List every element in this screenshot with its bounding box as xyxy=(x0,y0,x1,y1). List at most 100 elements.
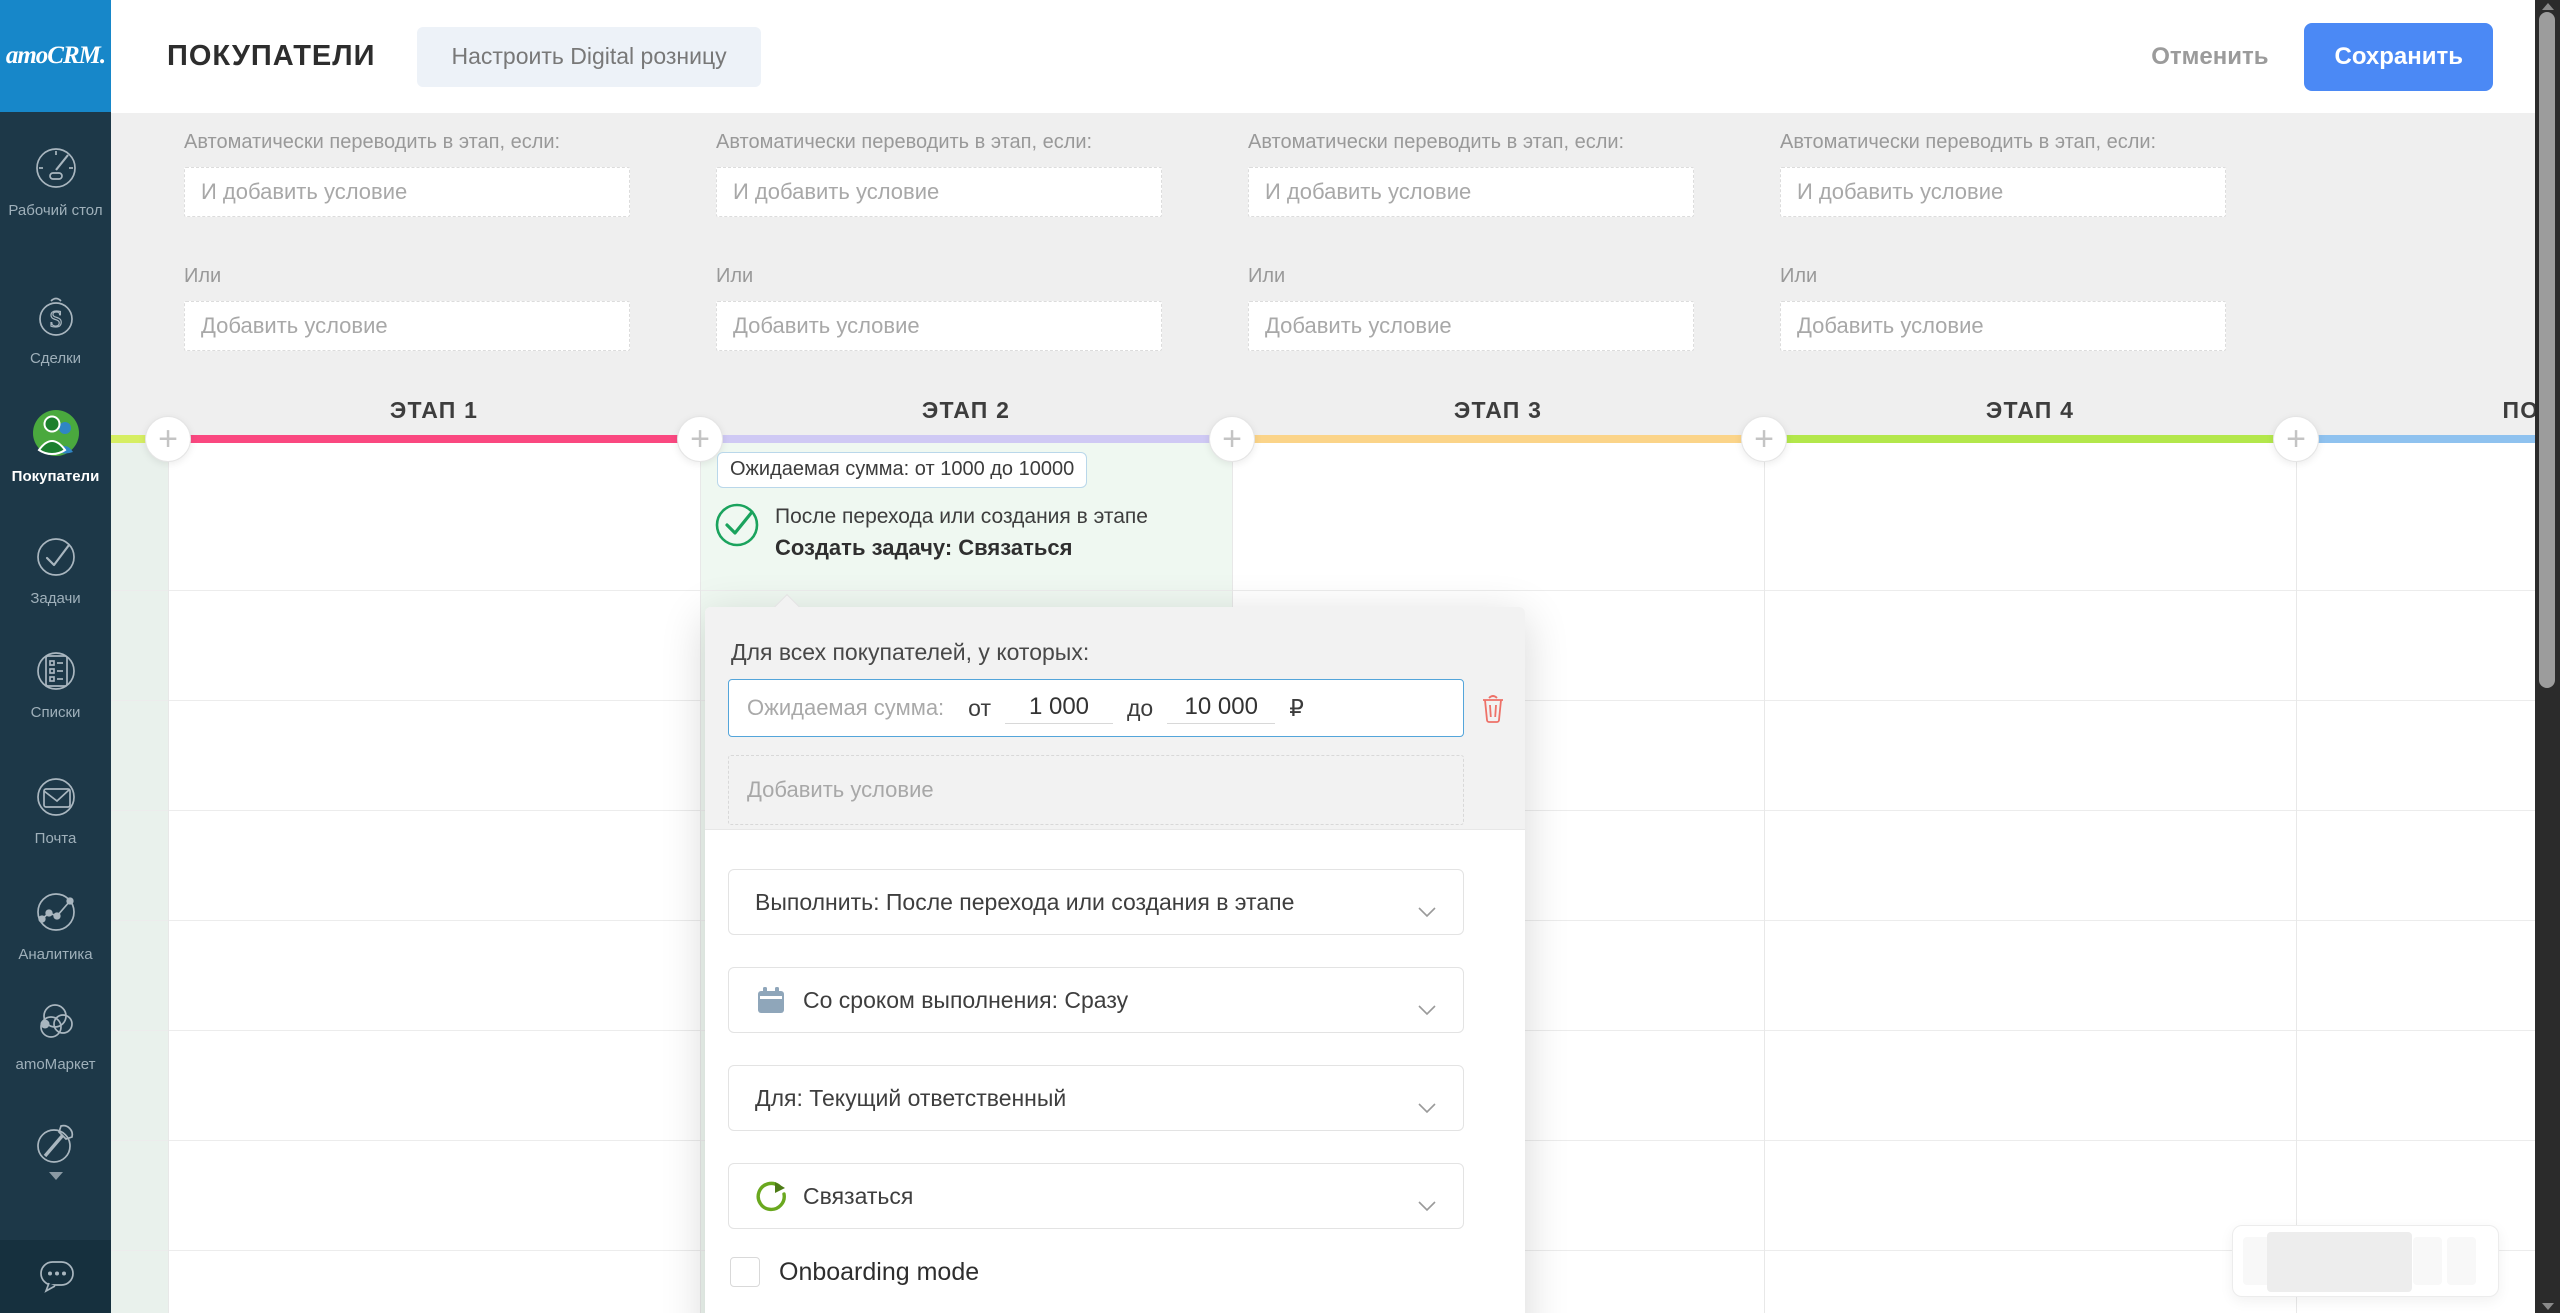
stage2-automation-card[interactable]: Ожидаемая сумма: от 1000 до 10000 После … xyxy=(714,452,1148,564)
sidebar: amoCRM. Рабочий стол S Сде xyxy=(0,0,111,1313)
analytics-chart-icon xyxy=(0,888,111,936)
follow-up-icon xyxy=(755,1180,787,1212)
expected-sum-condition-row[interactable]: Ожидаемая сумма: от 1 000 до 10 000 ₽ xyxy=(728,679,1464,737)
amocrm-logo-text: amoCRM. xyxy=(6,42,105,70)
chevron-down-icon xyxy=(1417,897,1437,924)
sidebar-item-label: Покупатели xyxy=(0,466,111,487)
add-stage-button[interactable]: + xyxy=(1741,416,1787,462)
sidebar-item-label: Списки xyxy=(0,702,111,723)
sidebar-item-customers[interactable]: Покупатели xyxy=(0,408,111,487)
or-label: Или xyxy=(184,265,630,288)
minimap-viewport-handle[interactable] xyxy=(2267,1232,2412,1292)
transition-rules-stage1: Автоматически переводить в этап, если: И… xyxy=(184,131,630,351)
add-condition-input[interactable]: Добавить условие xyxy=(728,755,1464,825)
sidebar-item-label: Почта xyxy=(0,828,111,849)
sidebar-item-tasks[interactable]: Задачи xyxy=(0,532,111,609)
amocrm-digital-pipeline-page: Автоматически переводить в этап, если: И… xyxy=(0,0,2560,1313)
lists-icon xyxy=(0,646,111,694)
stage-name-5[interactable]: ПОКУПКА xyxy=(2296,397,2560,424)
sidebar-item-mail[interactable]: Почта xyxy=(0,772,111,849)
stage-line-2 xyxy=(700,435,1232,443)
deals-icon: S xyxy=(0,292,111,340)
deadline-select[interactable]: Со сроком выполнения: Сразу xyxy=(728,967,1464,1033)
chevron-down-icon xyxy=(1417,1191,1437,1218)
transition-rules-stage3: Автоматически переводить в этап, если: И… xyxy=(1248,131,1694,351)
task-type-select-value: Связаться xyxy=(803,1183,913,1210)
add-stage-button[interactable]: + xyxy=(145,416,191,462)
card-action-text: Создать задачу: Связаться xyxy=(775,532,1148,564)
execute-select-value: Выполнить: После перехода или создания в… xyxy=(755,889,1294,916)
onboarding-mode-row: Onboarding mode xyxy=(730,1257,979,1287)
stage-name-1[interactable]: ЭТАП 1 xyxy=(168,397,700,424)
sum-to-input[interactable]: 10 000 xyxy=(1167,693,1275,724)
sidebar-item-amomarket[interactable]: amoМаркет xyxy=(0,998,111,1075)
setup-digital-button[interactable]: Настроить Digital розницу xyxy=(417,27,760,87)
sidebar-item-deals[interactable]: S Сделки xyxy=(0,292,111,369)
from-label: от xyxy=(968,695,991,722)
sidebar-item-label: Рабочий стол xyxy=(0,200,111,221)
sidebar-item-label: Сделки xyxy=(0,348,111,369)
onboarding-mode-checkbox[interactable] xyxy=(730,1257,760,1287)
deadline-select-value: Со сроком выполнения: Сразу xyxy=(803,987,1128,1014)
sidebar-item-analytics[interactable]: Аналитика xyxy=(0,888,111,965)
grid-row-line xyxy=(111,590,2535,591)
or-condition-input[interactable]: Добавить условие xyxy=(716,301,1162,351)
sidebar-item-settings[interactable] xyxy=(0,1118,111,1180)
to-label: до xyxy=(1127,695,1153,722)
stage-line-3 xyxy=(1232,435,1764,443)
task-settings-modal: Для всех покупателей, у которых: Ожидаем… xyxy=(705,607,1525,1313)
card-trigger-text: После перехода или создания в этапе xyxy=(775,502,1148,532)
topbar: ПОКУПАТЕЛИ Настроить Digital розницу Отм… xyxy=(111,0,2560,113)
and-condition-input[interactable]: И добавить условие xyxy=(1780,167,2226,217)
or-condition-input[interactable]: Добавить условие xyxy=(1780,301,2226,351)
cancel-button[interactable]: Отменить xyxy=(2151,43,2268,71)
tasks-check-icon xyxy=(0,532,111,580)
execute-trigger-select[interactable]: Выполнить: После перехода или создания в… xyxy=(728,869,1464,935)
prev-stage-column-bg xyxy=(111,443,168,1313)
or-condition-input[interactable]: Добавить условие xyxy=(184,301,630,351)
and-condition-input[interactable]: И добавить условие xyxy=(1248,167,1694,217)
page-title: ПОКУПАТЕЛИ xyxy=(167,40,375,73)
and-condition-input[interactable]: И добавить условие xyxy=(184,167,630,217)
save-button[interactable]: Сохранить xyxy=(2304,23,2493,91)
stage-line-4 xyxy=(1764,435,2296,443)
currency-label: ₽ xyxy=(1289,695,1304,722)
onboarding-mode-label: Onboarding mode xyxy=(779,1258,979,1287)
assignee-select-value: Для: Текущий ответственный xyxy=(755,1085,1066,1112)
or-label: Или xyxy=(1248,265,1694,288)
mail-envelope-icon xyxy=(0,772,111,820)
sum-from-input[interactable]: 1 000 xyxy=(1005,693,1113,724)
add-stage-button[interactable]: + xyxy=(1209,416,1255,462)
stage-name-4[interactable]: ЭТАП 4 xyxy=(1764,397,2296,424)
sidebar-item-label: amoМаркет xyxy=(0,1054,111,1075)
transition-rule-title: Автоматически переводить в этап, если: xyxy=(184,131,630,154)
minimap-stage-bar xyxy=(2447,1237,2476,1285)
pipeline-minimap[interactable] xyxy=(2232,1225,2499,1297)
chevron-down-icon xyxy=(1417,1093,1437,1120)
vertical-scrollbar[interactable] xyxy=(2535,0,2560,1313)
sidebar-chat-button[interactable] xyxy=(0,1240,111,1313)
add-stage-button[interactable]: + xyxy=(2273,416,2319,462)
sidebar-item-lists[interactable]: Списки xyxy=(0,646,111,723)
assignee-select[interactable]: Для: Текущий ответственный xyxy=(728,1065,1464,1131)
transition-rules-stage2: Автоматически переводить в этап, если: И… xyxy=(716,131,1162,351)
scroll-up-arrow[interactable] xyxy=(2542,3,2554,10)
and-condition-input[interactable]: И добавить условие xyxy=(716,167,1162,217)
condition-badge[interactable]: Ожидаемая сумма: от 1000 до 10000 xyxy=(717,452,1087,488)
sidebar-item-dashboard[interactable]: Рабочий стол xyxy=(0,144,111,221)
or-condition-input[interactable]: Добавить условие xyxy=(1248,301,1694,351)
task-type-select[interactable]: Связаться xyxy=(728,1163,1464,1229)
transition-rule-title: Автоматически переводить в этап, если: xyxy=(1780,131,2226,154)
task-check-icon xyxy=(714,502,760,553)
modal-title: Для всех покупателей, у которых: xyxy=(731,639,1089,666)
or-label: Или xyxy=(716,265,1162,288)
svg-text:S: S xyxy=(49,307,62,333)
amocrm-logo[interactable]: amoCRM. xyxy=(0,0,111,112)
stage-name-2[interactable]: ЭТАП 2 xyxy=(700,397,1232,424)
dashboard-icon xyxy=(0,144,111,192)
delete-condition-button[interactable] xyxy=(1480,693,1506,728)
transition-rules-stage4: Автоматически переводить в этап, если: И… xyxy=(1780,131,2226,351)
scrollbar-thumb[interactable] xyxy=(2539,12,2555,688)
scroll-down-arrow[interactable] xyxy=(2542,1303,2554,1310)
stage-name-3[interactable]: ЭТАП 3 xyxy=(1232,397,1764,424)
